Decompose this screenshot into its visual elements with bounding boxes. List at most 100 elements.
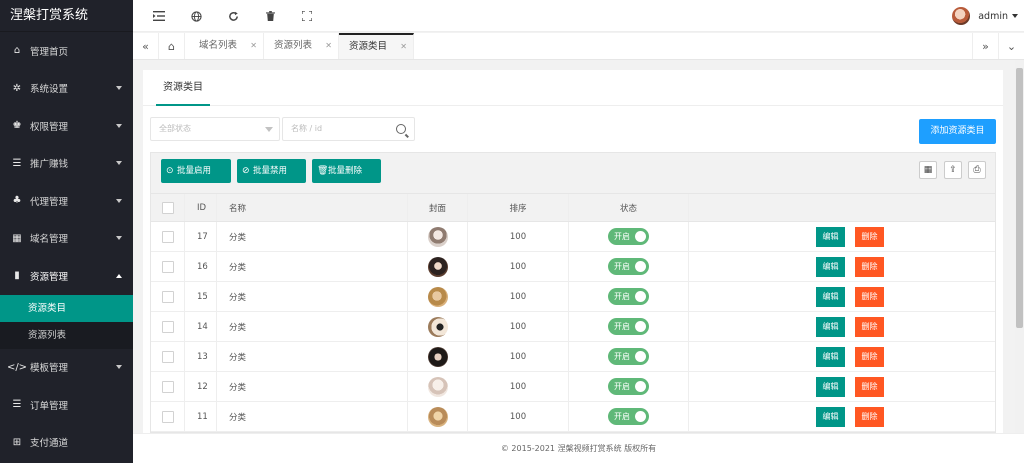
status-toggle[interactable]: 开启 xyxy=(608,258,649,275)
edit-button[interactable]: 编辑 xyxy=(816,286,845,307)
tabs-scroll-right-icon[interactable]: » xyxy=(972,33,998,59)
sidebar-item-6[interactable]: ▮ 资源管理 xyxy=(0,257,133,295)
tab-1[interactable]: 资源列表 ✕ xyxy=(264,33,339,59)
select-all-checkbox[interactable] xyxy=(161,201,174,214)
row-cover-cell xyxy=(408,402,468,431)
category-table: ID 名称 封面 排序 状态 17 分类 100 开启 编辑 删除 16 分类 100 开启 编辑删… xyxy=(150,193,996,433)
row-checkbox[interactable] xyxy=(161,290,174,303)
delete-button[interactable]: 删除 xyxy=(855,256,884,277)
globe-icon[interactable] xyxy=(188,8,204,24)
print-icon[interactable]: ⎙ xyxy=(968,161,986,179)
home-tab-icon[interactable]: ⌂ xyxy=(159,33,185,59)
tabs-scroll-left-icon[interactable]: « xyxy=(133,33,159,59)
row-checkbox[interactable] xyxy=(161,260,174,273)
page-scrollbar[interactable] xyxy=(1015,60,1024,433)
col-sort[interactable]: 排序 xyxy=(468,194,569,221)
sidebar-subitem-1[interactable]: 资源列表 xyxy=(0,322,133,349)
row-checkbox[interactable] xyxy=(161,230,174,243)
status-toggle[interactable]: 开启 xyxy=(608,318,649,335)
sidebar-item-label: 管理首页 xyxy=(30,46,69,58)
row-cover-cell xyxy=(408,342,468,371)
menu-fold-icon[interactable] xyxy=(151,8,167,24)
close-icon[interactable]: ✕ xyxy=(325,33,332,59)
tab-label: 域名列表 xyxy=(199,40,238,51)
edit-button[interactable]: 编辑 xyxy=(816,376,845,397)
status-toggle[interactable]: 开启 xyxy=(608,228,649,245)
status-toggle[interactable]: 开启 xyxy=(608,348,649,365)
delete-button[interactable]: 删除 xyxy=(855,316,884,337)
cover-thumbnail[interactable] xyxy=(427,376,448,397)
edit-button[interactable]: 编辑 xyxy=(816,226,845,247)
col-name[interactable]: 名称 xyxy=(217,194,408,221)
sidebar-item-label: 模板管理 xyxy=(30,363,69,375)
refresh-icon[interactable] xyxy=(225,8,241,24)
sidebar-item-8[interactable]: ☰ 订单管理 xyxy=(0,386,133,424)
user-name: admin xyxy=(978,10,1008,22)
scrollbar-thumb[interactable] xyxy=(1016,68,1023,328)
batch-delete-button[interactable]: 🗑 批量删除 xyxy=(312,159,381,183)
table-row: 17 分类 100 开启 编辑 删除 xyxy=(151,222,995,252)
edit-button[interactable]: 编辑 xyxy=(816,316,845,337)
batch-disable-button[interactable]: ⊘ 批量禁用 xyxy=(237,159,306,183)
tab-resource-category[interactable]: 资源类目 xyxy=(156,70,210,106)
batch-enable-button[interactable]: ⊙ 批量启用 xyxy=(161,159,231,183)
sidebar-item-label: 支付通道 xyxy=(30,438,69,450)
delete-button[interactable]: 删除 xyxy=(855,406,884,427)
row-checkbox[interactable] xyxy=(161,380,174,393)
sidebar-item-1[interactable]: ✲ 系统设置 xyxy=(0,70,133,108)
search-input[interactable]: 名称 / id xyxy=(282,117,415,141)
add-category-button[interactable]: 添加资源类目 xyxy=(919,119,996,144)
tab-2[interactable]: 资源类目 ✕ xyxy=(339,33,414,59)
delete-button[interactable]: 删除 xyxy=(855,346,884,367)
status-toggle[interactable]: 开启 xyxy=(608,288,649,305)
sidebar-item-4[interactable]: ♣ 代理管理 xyxy=(0,182,133,220)
tabs-dropdown-icon[interactable]: ⌄ xyxy=(998,33,1024,59)
cover-thumbnail[interactable] xyxy=(427,346,448,367)
user-menu[interactable]: admin xyxy=(952,0,1024,32)
book-icon: ▮ xyxy=(14,270,20,282)
close-icon[interactable]: ✕ xyxy=(400,35,407,59)
sidebar-item-5[interactable]: ▦ 域名管理 xyxy=(0,220,133,258)
sidebar-item-0[interactable]: ⌂ 管理首页 xyxy=(0,32,133,70)
edit-button[interactable]: 编辑 xyxy=(816,406,845,427)
search-icon[interactable] xyxy=(396,124,406,134)
row-checkbox[interactable] xyxy=(161,350,174,363)
toggle-knob xyxy=(635,381,646,392)
delete-button[interactable]: 删除 xyxy=(855,226,884,247)
cover-thumbnail[interactable] xyxy=(427,406,448,427)
table-header: ID 名称 封面 排序 状态 xyxy=(151,194,995,222)
sidebar-subitem-0[interactable]: 资源类目 xyxy=(0,294,133,322)
delete-button[interactable]: 删除 xyxy=(855,286,884,307)
close-icon[interactable]: ✕ xyxy=(250,33,257,59)
status-toggle[interactable]: 开启 xyxy=(608,408,649,425)
row-status-cell: 开启 xyxy=(569,252,689,281)
fullscreen-icon[interactable] xyxy=(299,8,315,24)
table-row: 15 分类 100 开启 编辑 删除 xyxy=(151,282,995,312)
row-status-cell: 开启 xyxy=(569,222,689,251)
cover-thumbnail[interactable] xyxy=(427,226,448,247)
row-checkbox[interactable] xyxy=(161,410,174,423)
cover-thumbnail[interactable] xyxy=(427,256,448,277)
status-toggle[interactable]: 开启 xyxy=(608,378,649,395)
sidebar-item-2[interactable]: ♚ 权限管理 xyxy=(0,107,133,145)
tab-0[interactable]: 域名列表 ✕ xyxy=(189,33,264,59)
edit-button[interactable]: 编辑 xyxy=(816,346,845,367)
trash-icon[interactable] xyxy=(262,8,278,24)
row-checkbox-cell xyxy=(151,342,185,371)
sidebar-item-7[interactable]: </> 模板管理 xyxy=(0,349,133,387)
sidebar-item-label: 系统设置 xyxy=(30,84,69,96)
row-name: 分类 xyxy=(217,312,408,341)
cover-thumbnail[interactable] xyxy=(427,286,448,307)
delete-button[interactable]: 删除 xyxy=(855,376,884,397)
row-name: 分类 xyxy=(217,342,408,371)
edit-button[interactable]: 编辑 xyxy=(816,256,845,277)
row-checkbox[interactable] xyxy=(161,320,174,333)
sidebar-item-9[interactable]: ⊞ 支付通道 xyxy=(0,424,133,462)
status-select[interactable]: 全部状态 xyxy=(150,117,280,141)
cover-thumbnail[interactable] xyxy=(427,316,448,337)
sidebar-item-3[interactable]: ☰ 推广赚钱 xyxy=(0,145,133,183)
col-id[interactable]: ID xyxy=(185,194,217,221)
columns-filter-icon[interactable]: ▦ xyxy=(919,161,937,179)
export-icon[interactable]: ⇪ xyxy=(944,161,962,179)
chevron-down-icon xyxy=(116,198,122,203)
